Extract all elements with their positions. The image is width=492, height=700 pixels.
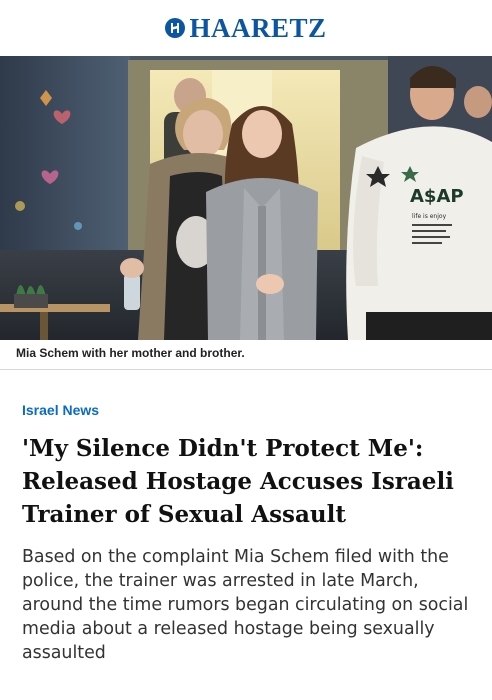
article-dek: Based on the complaint Mia Schem filed w… xyxy=(22,547,469,663)
photo-caption: Mia Schem with her mother and brother. xyxy=(0,340,492,370)
shirt-text: A$AP xyxy=(410,186,464,207)
hero-photo-illustration: A$AP life is enjoy xyxy=(0,56,492,340)
shirt-subtext: life is enjoy xyxy=(412,213,447,220)
hero-photo[interactable]: A$AP life is enjoy xyxy=(0,56,492,340)
brand-logo[interactable]: HAARETZ xyxy=(165,13,326,44)
article-headline[interactable]: 'My Silence Didn't Protect Me': Released… xyxy=(22,432,478,531)
brand-name: HAARETZ xyxy=(189,12,327,43)
section-link-israel-news[interactable]: Israel News xyxy=(22,402,99,418)
haaretz-h-logo-icon xyxy=(165,18,186,38)
masthead: HAARETZ xyxy=(0,0,492,56)
